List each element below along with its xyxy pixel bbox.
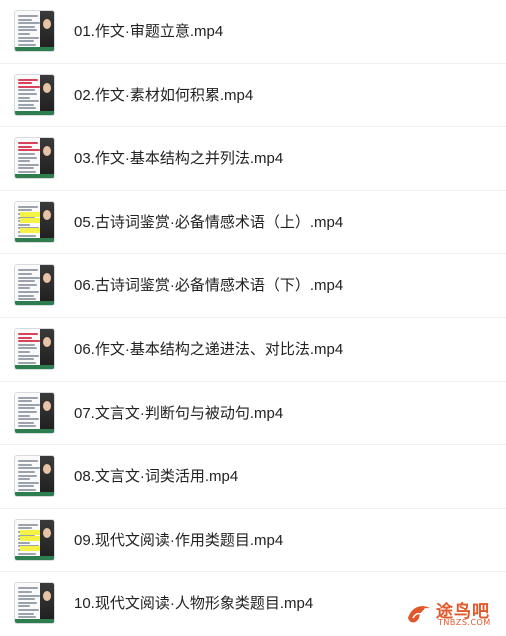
thumbnail-bar	[15, 428, 54, 433]
file-row[interactable]: 02.作文·素材如何积累.mp4	[0, 64, 506, 128]
slide-preview	[18, 332, 42, 367]
slide-preview	[18, 269, 42, 303]
presenter-avatar	[40, 583, 54, 624]
thumbnail-bar	[15, 110, 54, 115]
file-row[interactable]: 08.文言文·词类活用.mp4	[0, 445, 506, 509]
presenter-avatar	[40, 456, 54, 497]
file-row[interactable]: 01.作文·审题立意.mp4	[0, 0, 506, 64]
file-row[interactable]: 05.古诗词鉴赏·必备情感术语（上）.mp4	[0, 191, 506, 255]
thumbnail-bar	[15, 555, 54, 560]
thumbnail-bar	[15, 364, 54, 369]
file-row[interactable]: 06.作文·基本结构之递进法、对比法.mp4	[0, 318, 506, 382]
file-list: 01.作文·审题立意.mp4 02.作文·素材如何积累.mp4 03.作文·基本…	[0, 0, 506, 636]
file-name[interactable]: 02.作文·素材如何积累.mp4	[74, 64, 253, 127]
video-thumbnail	[14, 264, 55, 307]
slide-preview	[18, 460, 42, 494]
file-row[interactable]: 06.古诗词鉴赏·必备情感术语（下）.mp4	[0, 254, 506, 318]
video-thumbnail	[14, 518, 55, 561]
presenter-face	[43, 336, 51, 347]
presenter-avatar	[40, 74, 54, 115]
file-name[interactable]: 05.古诗词鉴赏·必备情感术语（上）.mp4	[74, 191, 343, 254]
presenter-face	[43, 19, 51, 29]
presenter-avatar	[40, 328, 54, 369]
bird-logo-icon	[408, 606, 430, 623]
file-row[interactable]: 03.作文·基本结构之并列法.mp4	[0, 127, 506, 191]
file-name[interactable]: 09.现代文阅读·作用类题目.mp4	[74, 509, 283, 572]
video-thumbnail	[14, 582, 55, 625]
presenter-face	[43, 400, 51, 411]
file-name[interactable]: 01.作文·审题立意.mp4	[74, 0, 223, 63]
file-name[interactable]: 07.文言文·判断句与被动句.mp4	[74, 382, 283, 445]
file-name[interactable]: 06.古诗词鉴赏·必备情感术语（下）.mp4	[74, 254, 343, 317]
thumbnail-bar	[15, 492, 54, 497]
presenter-avatar	[40, 11, 54, 51]
video-thumbnail	[14, 73, 55, 116]
presenter-avatar	[40, 138, 54, 179]
slide-preview	[18, 15, 42, 49]
presenter-avatar	[40, 265, 54, 306]
file-row[interactable]: 07.文言文·判断句与被动句.mp4	[0, 382, 506, 446]
slide-preview	[18, 142, 42, 176]
file-name[interactable]: 08.文言文·词类活用.mp4	[74, 445, 238, 508]
presenter-face	[43, 527, 51, 538]
presenter-avatar	[40, 201, 54, 242]
video-thumbnail	[14, 200, 55, 243]
video-thumbnail	[14, 455, 55, 498]
presenter-avatar	[40, 519, 54, 560]
slide-preview	[18, 587, 42, 621]
slide-preview	[18, 523, 42, 558]
video-thumbnail	[14, 327, 55, 370]
watermark-subtitle: TNBZS.COM	[438, 618, 491, 627]
thumbnail-bar	[15, 174, 54, 179]
file-row[interactable]: 09.现代文阅读·作用类题目.mp4	[0, 509, 506, 573]
file-name[interactable]: 10.现代文阅读·人物形象类题目.mp4	[74, 572, 313, 635]
thumbnail-bar	[15, 47, 54, 51]
presenter-face	[43, 82, 51, 93]
watermark: 途鸟吧 TNBZS.COM	[404, 596, 498, 630]
slide-preview	[18, 78, 42, 113]
thumbnail-bar	[15, 619, 54, 624]
slide-preview	[18, 396, 42, 431]
video-thumbnail	[14, 137, 55, 180]
file-name[interactable]: 06.作文·基本结构之递进法、对比法.mp4	[74, 318, 343, 381]
presenter-face	[43, 209, 51, 220]
presenter-avatar	[40, 392, 54, 433]
video-thumbnail	[14, 391, 55, 434]
slide-preview	[18, 205, 42, 240]
video-thumbnail	[14, 10, 55, 52]
thumbnail-bar	[15, 301, 54, 306]
file-name[interactable]: 03.作文·基本结构之并列法.mp4	[74, 127, 283, 190]
thumbnail-bar	[15, 237, 54, 242]
